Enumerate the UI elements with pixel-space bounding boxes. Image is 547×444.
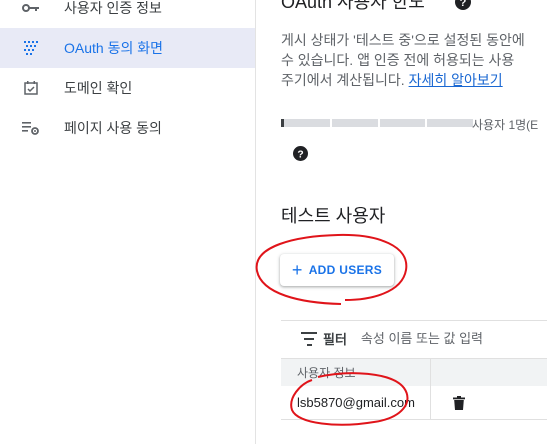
sidebar-item-credentials[interactable]: 사용자 인증 정보 (0, 0, 255, 28)
sidebar-item-label: OAuth 동의 화면 (64, 40, 163, 56)
add-users-button[interactable]: + ADD USERS (280, 254, 394, 286)
sidebar-item-label: 페이지 사용 동의 (64, 120, 162, 136)
plus-icon: + (291, 260, 303, 280)
table-row: lsb5870@gmail.com (281, 386, 547, 420)
user-cap-usage-text: 사용자 1명(E (472, 118, 539, 132)
svg-text:?: ? (460, 0, 467, 9)
learn-more-link[interactable]: 자세히 알아보기 (409, 72, 503, 88)
actions-cell (431, 386, 465, 419)
svg-text:?: ? (297, 149, 303, 160)
column-header-user-info[interactable]: 사용자 정보 (281, 359, 431, 386)
sidebar-item-label: 사용자 인증 정보 (64, 0, 162, 16)
description-line: 게시 상태가 '테스트 중'으로 설정된 동안에 (281, 32, 525, 48)
help-icon[interactable]: ? (455, 0, 471, 10)
checkbox-icon (22, 79, 40, 97)
add-users-label: ADD USERS (308, 263, 383, 277)
delete-icon[interactable] (453, 395, 465, 410)
filter-label: 필터 (323, 332, 347, 347)
help-icon[interactable]: ? (293, 146, 308, 161)
test-users-table: 사용자 정보 lsb5870@gmail.com (281, 358, 547, 420)
user-cap-heading: OAuth 사용자 한도 (281, 0, 425, 12)
column-header-actions (431, 359, 447, 386)
description-line: 수 있습니다. 앱 인증 전에 허용되는 사용 (281, 52, 515, 68)
progress-segment (427, 119, 473, 127)
settings-list-icon (22, 119, 40, 137)
main-content: OAuth 사용자 한도 ? 게시 상태가 '테스트 중'으로 설정된 동안에 … (257, 0, 547, 444)
filter-bar: 필터 (281, 320, 547, 356)
description-line-text: 주기에서 계산됩니다. (281, 72, 409, 88)
test-users-title: 테스트 사용자 (281, 206, 386, 226)
table-header: 사용자 정보 (281, 358, 547, 386)
user-email-cell: lsb5870@gmail.com (281, 386, 431, 419)
sidebar-item-domain-verification[interactable]: 도메인 확인 (0, 68, 255, 108)
progress-segment (331, 119, 378, 127)
progress-segment (379, 119, 426, 127)
sidebar-item-label: 도메인 확인 (64, 80, 133, 96)
sidebar-item-page-usage-consent[interactable]: 페이지 사용 동의 (0, 108, 255, 148)
user-cap-progress-bar (281, 119, 473, 127)
sidebar: 사용자 인증 정보 OAuth 동의 화면 도메인 확인 페이지 사용 동의 (0, 0, 256, 444)
description-line: 주기에서 계산됩니다. 자세히 알아보기 (281, 70, 547, 90)
progress-segment (281, 119, 330, 127)
sidebar-item-oauth-consent[interactable]: OAuth 동의 화면 (0, 28, 255, 68)
filter-icon[interactable] (301, 331, 317, 346)
consent-dots-icon (22, 39, 40, 57)
key-icon (22, 0, 40, 17)
publishing-status-description: 게시 상태가 '테스트 중'으로 설정된 동안에 수 있습니다. 앱 인증 전에… (281, 30, 547, 90)
filter-input[interactable] (360, 331, 521, 346)
